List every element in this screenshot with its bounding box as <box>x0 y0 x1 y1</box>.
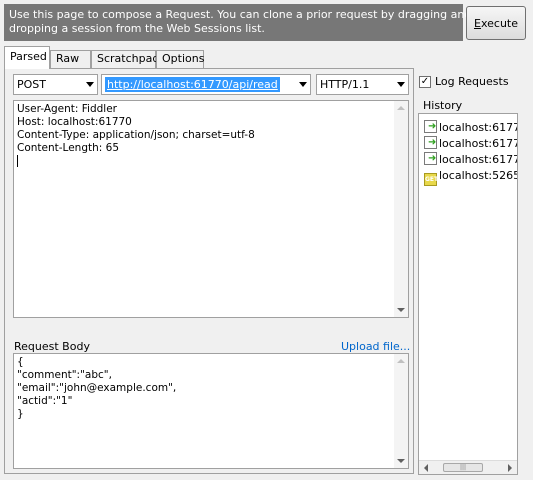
post-arrow-icon: ➜ <box>424 136 437 149</box>
scroll-down-icon[interactable] <box>397 308 405 312</box>
tab-scratchpad[interactable]: Scratchpad <box>91 50 159 68</box>
method-value: POST <box>17 78 46 91</box>
body-line: } <box>17 408 24 420</box>
body-line: { <box>17 356 24 368</box>
tab-options[interactable]: Options <box>156 50 204 68</box>
info-text-line-2: dropping a session from the Web Sessions… <box>9 22 265 35</box>
history-item[interactable]: ➜localhost:61770/ <box>424 136 517 152</box>
info-banner: Use this page to compose a Request. You … <box>4 4 472 41</box>
chevron-down-icon <box>397 82 405 87</box>
http-version-value: HTTP/1.1 <box>320 78 370 91</box>
chevron-down-icon <box>299 82 307 87</box>
header-line: Content-Length: 65 <box>17 142 120 154</box>
scroll-up-icon[interactable] <box>397 106 405 110</box>
request-body-label: Request Body <box>14 340 90 353</box>
request-headers-editor[interactable]: User-Agent: Fiddler Host: localhost:6177… <box>13 100 409 318</box>
scroll-thumb[interactable]: ||| <box>443 463 483 472</box>
history-item-label: localhost:61770/ <box>439 153 517 166</box>
post-arrow-icon: ➜ <box>424 120 437 133</box>
url-input[interactable]: http://localhost:61770/api/read <box>101 74 311 95</box>
request-body-editor[interactable]: { "comment":"abc", "email":"john@example… <box>13 353 409 469</box>
info-text-line-1: Use this page to compose a Request. You … <box>9 8 472 21</box>
log-requests-label[interactable]: Log Requests <box>435 75 509 88</box>
get-icon: GET <box>424 173 438 186</box>
history-item-label: localhost:52658/ <box>439 169 517 182</box>
history-item[interactable]: ➜localhost:61770/ <box>424 120 517 136</box>
chevron-down-icon <box>86 82 94 87</box>
execute-button[interactable]: Execute <box>466 6 526 40</box>
history-list[interactable]: ➜localhost:61770/ ➜localhost:61770/ ➜loc… <box>418 113 518 475</box>
history-item[interactable]: GETlocalhost:52658/ <box>424 168 517 186</box>
url-value: http://localhost:61770/api/read <box>105 77 280 92</box>
scroll-up-icon[interactable] <box>397 359 405 363</box>
upload-file-link[interactable]: Upload file... <box>341 340 410 353</box>
history-item[interactable]: ➜localhost:61770/ <box>424 152 517 168</box>
body-line: "comment":"abc", <box>17 369 112 381</box>
tab-raw[interactable]: Raw <box>50 50 91 68</box>
body-line: "email":"john@example.com", <box>17 382 177 394</box>
history-item-label: localhost:61770/ <box>439 121 517 134</box>
headers-scrollbar[interactable] <box>394 101 408 317</box>
execute-accelerator: E <box>474 16 481 30</box>
scroll-down-icon[interactable] <box>397 459 405 463</box>
history-hscrollbar[interactable]: ||| <box>419 460 517 474</box>
header-line: Content-Type: application/json; charset=… <box>17 129 255 141</box>
tab-parsed[interactable]: Parsed <box>4 46 50 69</box>
http-version-select[interactable]: HTTP/1.1 <box>316 74 409 95</box>
log-requests-checkbox[interactable]: ✓ <box>419 76 431 88</box>
history-item-label: localhost:61770/ <box>439 137 517 150</box>
header-line: Host: localhost:61770 <box>17 116 132 128</box>
post-arrow-icon: ➜ <box>424 152 437 165</box>
execute-label: xecute <box>480 16 518 30</box>
method-select[interactable]: POST <box>13 74 98 95</box>
body-line: "actid":"1" <box>17 395 73 407</box>
body-scrollbar[interactable] <box>394 354 408 468</box>
scroll-left-icon[interactable] <box>424 464 428 472</box>
history-label: History <box>423 99 463 112</box>
text-caret <box>17 155 18 167</box>
scroll-right-icon[interactable] <box>508 464 512 472</box>
header-line: User-Agent: Fiddler <box>17 103 117 115</box>
